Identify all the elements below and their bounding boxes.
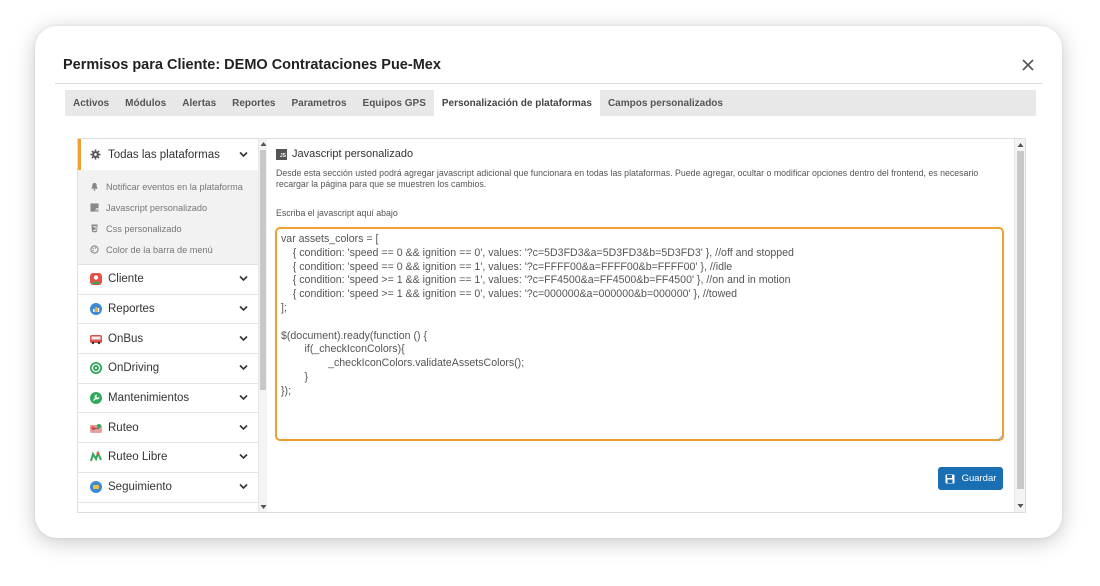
subitem-label: Css personalizado [106, 223, 182, 234]
sidebar-item-seguimiento[interactable]: Seguimiento [78, 472, 258, 503]
chevron-down-icon [239, 305, 248, 312]
settings-panel: Todas las plataformas Notificar eventos … [77, 138, 1026, 513]
scroll-up-arrow-icon[interactable] [260, 141, 267, 147]
reportes-icon [90, 303, 102, 316]
javascript-content-panel: JS Javascript personalizado Desde esta s… [268, 139, 1014, 512]
chevron-down-icon [239, 454, 248, 460]
css-file-icon [91, 224, 98, 233]
tab-modulos[interactable]: Módulos [117, 90, 174, 116]
ruteo-icon [90, 423, 102, 433]
tab-equipos-gps[interactable]: Equipos GPS [355, 90, 434, 116]
js-file-icon: JS [276, 148, 287, 160]
sidebar-item-label: Reportes [108, 303, 155, 316]
sidebar-item-label: Cliente [108, 273, 144, 286]
tab-alertas[interactable]: Alertas [174, 90, 224, 116]
sidebar-item-onbus[interactable]: OnBus [78, 324, 258, 355]
svg-text:JS: JS [95, 208, 99, 212]
section-title-text: Javascript personalizado [292, 148, 414, 160]
ondriving-icon [90, 362, 102, 375]
mantenimientos-icon [90, 392, 102, 405]
cliente-icon [90, 273, 102, 286]
sidebar-item-label: OnDriving [108, 362, 160, 375]
chevron-down-icon [239, 365, 248, 371]
sidebar-item-reportes[interactable]: Reportes [78, 294, 258, 325]
sidebar-item-label: Ruteo [108, 421, 139, 434]
divider [55, 83, 1042, 84]
chevron-down-icon [239, 424, 248, 430]
sidebar-item-mantenimientos[interactable]: Mantenimientos [78, 383, 258, 414]
palette-icon [90, 245, 99, 254]
seguimiento-icon [90, 481, 102, 494]
subitem-label: Javascript personalizado [106, 202, 208, 213]
scrollbar-thumb[interactable] [1017, 151, 1024, 489]
tab-reportes[interactable]: Reportes [224, 90, 283, 116]
onbus-icon [90, 334, 102, 344]
subitem-label: Color de la barra de menú [106, 244, 213, 255]
scroll-down-arrow-icon[interactable] [1017, 503, 1024, 509]
ruteo-libre-icon [90, 451, 102, 462]
editor-label: Escriba el javascript aquí abajo [276, 208, 398, 218]
bell-icon [91, 182, 98, 191]
tab-campos-personalizados[interactable]: Campos personalizados [600, 90, 731, 116]
tab-parametros[interactable]: Parametros [284, 90, 355, 116]
tab-personalizacion-plataformas[interactable]: Personalización de plataformas [433, 90, 600, 116]
gear-icon [90, 149, 101, 160]
sidebar-item-ondriving[interactable]: OnDriving [78, 354, 258, 384]
sidebar-item-cliente[interactable]: Cliente [78, 265, 258, 295]
subitem-css-personalizado[interactable]: Css personalizado [78, 218, 258, 239]
save-button[interactable]: Guardar [938, 467, 1003, 490]
sidebar-submenu: Notificar eventos en la plataforma JS Ja… [78, 170, 258, 265]
platforms-sidebar: Todas las plataformas Notificar eventos … [78, 139, 258, 512]
chevron-down-icon [239, 335, 248, 341]
scroll-down-arrow-icon[interactable] [260, 504, 267, 510]
tab-bar: Activos Módulos Alertas Reportes Paramet… [65, 90, 1036, 116]
javascript-editor[interactable]: var assets_colors = [ { condition: 'spee… [275, 227, 1004, 441]
section-description: Desde esta sección usted podrá agregar j… [276, 168, 979, 189]
subitem-color-barra-menu[interactable]: Color de la barra de menú [78, 239, 258, 260]
chevron-down-icon [239, 484, 248, 490]
sidebar-item-label: Ruteo Libre [108, 451, 168, 464]
permissions-modal: Permisos para Cliente: DEMO Contratacion… [35, 26, 1062, 538]
sidebar-item-label: Mantenimientos [108, 392, 190, 405]
sidebar-header-todas-plataformas[interactable]: Todas las plataformas [78, 139, 258, 170]
close-icon[interactable] [1020, 57, 1036, 73]
section-title: JS Javascript personalizado [276, 148, 413, 160]
sidebar-item-ruteo[interactable]: Ruteo [78, 413, 258, 444]
content-scrollbar[interactable] [1014, 139, 1025, 512]
sidebar-item-label: OnBus [108, 332, 144, 345]
save-disk-icon [945, 474, 955, 483]
save-button-label: Guardar [961, 473, 997, 484]
chevron-down-icon [239, 151, 248, 157]
sidebar-item-label: Seguimiento [108, 481, 172, 494]
subitem-notificar-eventos[interactable]: Notificar eventos en la plataforma [78, 176, 258, 197]
chevron-down-icon [239, 395, 248, 401]
modal-title: Permisos para Cliente: DEMO Contratacion… [63, 57, 441, 73]
js-file-icon: JS [90, 203, 99, 212]
sidebar-scrollbar[interactable] [258, 139, 267, 512]
scrollbar-thumb[interactable] [260, 150, 266, 390]
resize-grip-icon[interactable] [997, 434, 1004, 441]
sidebar-header-label: Todas las plataformas [108, 148, 220, 161]
tab-activos[interactable]: Activos [65, 90, 117, 116]
scroll-up-arrow-icon[interactable] [1017, 142, 1024, 148]
subitem-javascript-personalizado[interactable]: JS Javascript personalizado [78, 197, 258, 218]
subitem-label: Notificar eventos en la plataforma [106, 181, 243, 192]
sidebar-item-ruteo-libre[interactable]: Ruteo Libre [78, 443, 258, 473]
chevron-down-icon [239, 276, 248, 282]
